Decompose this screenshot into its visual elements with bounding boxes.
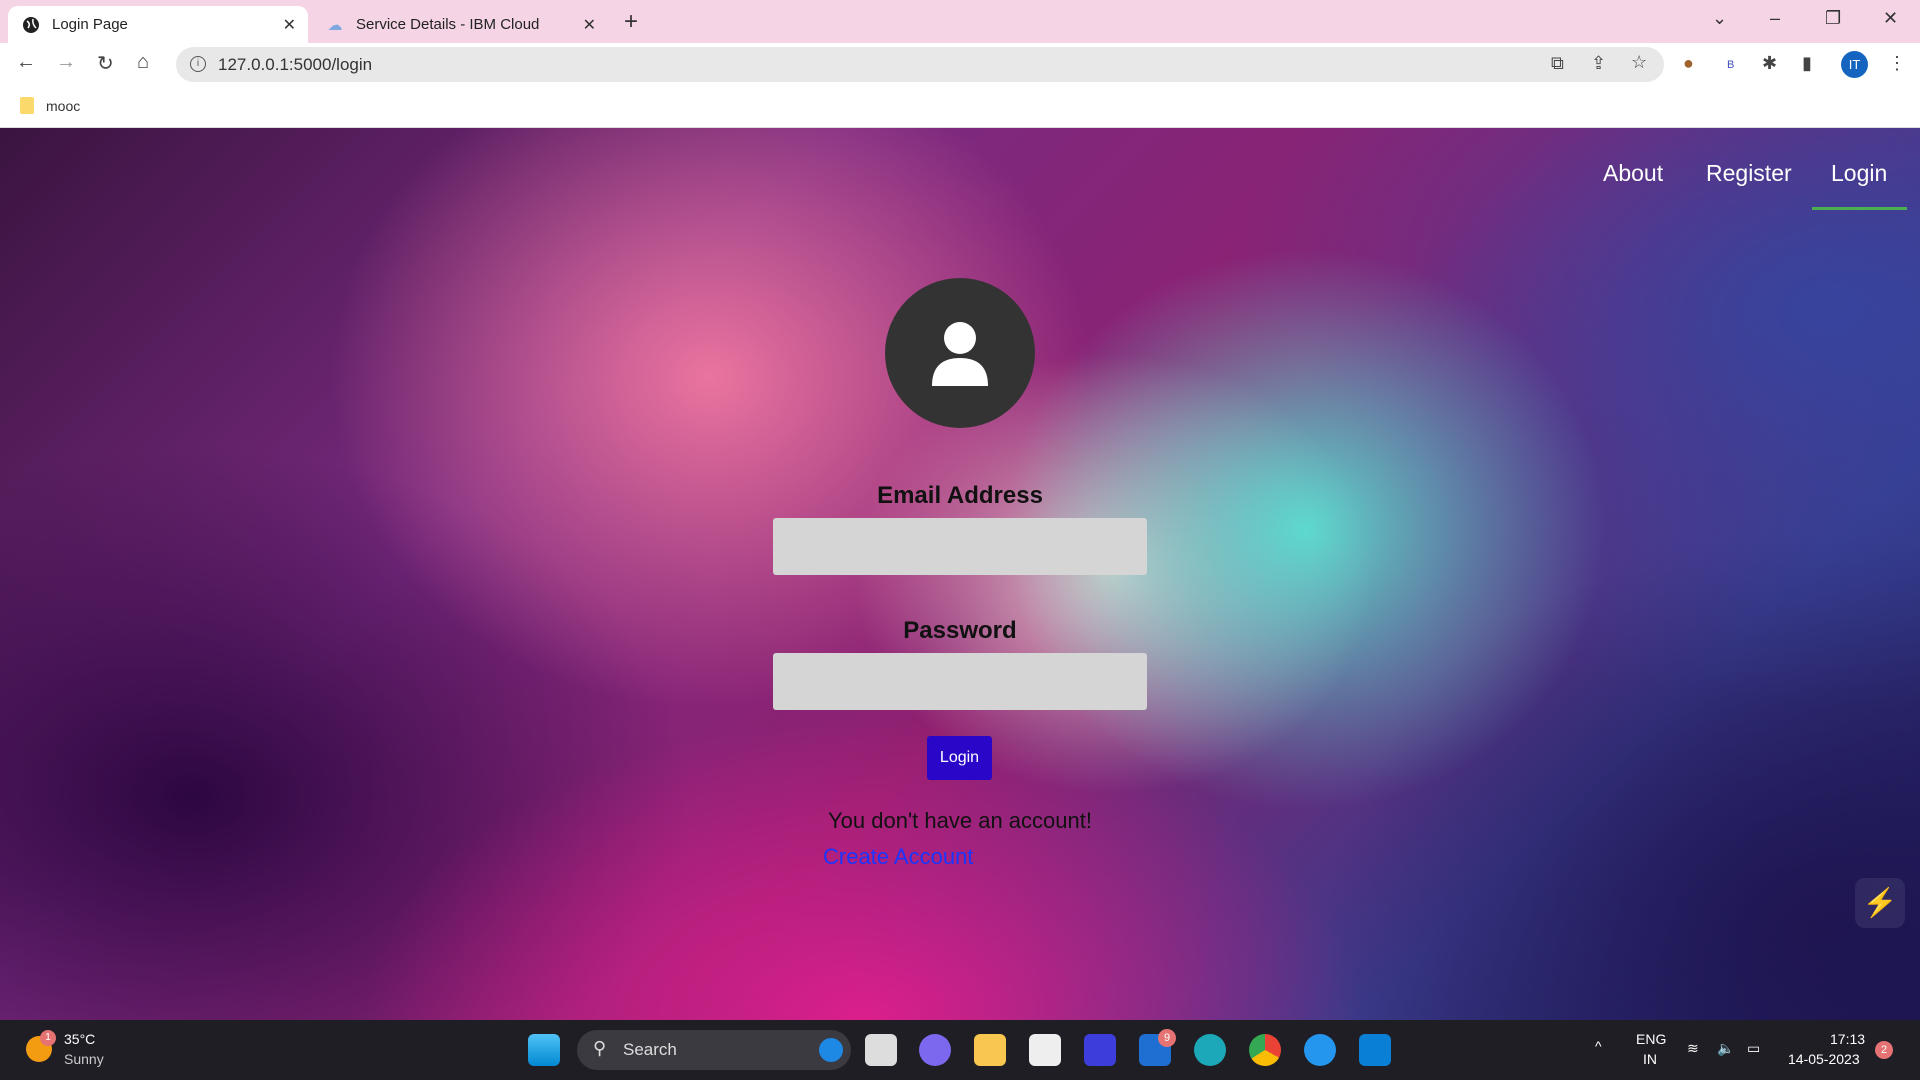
bookmarks-bar: mooc [0,86,1920,128]
bookmark-folder-mooc[interactable]: mooc [20,97,80,114]
no-account-text: You don't have an account! [828,808,1092,833]
weather-temp: 35°C [64,1031,96,1047]
b-extension-icon[interactable]: B [1727,59,1734,71]
login-page: About Register Login Email Address Passw… [0,128,1920,1020]
reload-icon[interactable]: ↻ [97,51,114,76]
tab-title: Service Details - IBM Cloud [356,16,540,33]
email-input[interactable] [773,518,1147,575]
search-icon: ⚲ [593,1038,607,1058]
tab-search-icon[interactable]: ⌄ [1712,8,1727,29]
clock-date[interactable]: 14-05-2023 [1788,1051,1860,1067]
wifi-icon[interactable]: ≋ [1687,1040,1699,1057]
side-panel-icon[interactable]: ▮ [1802,53,1812,74]
floating-extension-icon[interactable]: ⚡ [1855,878,1905,928]
volume-icon[interactable]: 🔈 [1717,1040,1734,1057]
address-bar[interactable]: i 127.0.0.1:5000/login ⧉ ⇪ ☆ [176,47,1664,82]
extensions-puzzle-icon[interactable]: ✱ [1762,53,1777,74]
weather-desc: Sunny [64,1051,104,1067]
close-window-icon[interactable]: ✕ [1883,8,1898,29]
url-text[interactable]: 127.0.0.1:5000/login [218,55,372,75]
close-tab-icon[interactable]: ✕ [583,15,596,35]
login-button[interactable]: Login [927,736,992,780]
menu-icon[interactable]: ⋮ [1888,53,1906,74]
cloud-icon: ☁ [327,16,343,34]
lang-in[interactable]: IN [1643,1051,1657,1067]
windows-start-icon[interactable] [528,1034,560,1066]
app-icon[interactable] [1084,1034,1116,1066]
translate-icon[interactable]: ⧉ [1551,53,1564,74]
edge-icon[interactable] [1194,1034,1226,1066]
bing-icon [819,1038,843,1062]
bookmark-label: mooc [46,97,81,114]
restore-icon[interactable]: ❐ [1825,8,1841,29]
taskbar-search[interactable]: ⚲ Search [577,1030,851,1070]
browser-toolbar: ← → ↻ ⌂ i 127.0.0.1:5000/login ⧉ ⇪ ☆ ● B… [0,43,1920,86]
share-icon[interactable]: ⇪ [1591,53,1606,74]
tab-bar: Login Page ✕ ☁ Service Details - IBM Clo… [0,0,1920,43]
bookmark-star-icon[interactable]: ☆ [1631,52,1647,73]
nav-about[interactable]: About [1603,160,1663,187]
user-avatar-icon [885,278,1035,428]
tab-login-page[interactable]: Login Page ✕ [8,6,308,43]
password-label: Password [903,617,1017,644]
password-input[interactable] [773,653,1147,710]
tab-title: Login Page [52,16,128,33]
lang-eng[interactable]: ENG [1636,1031,1666,1047]
active-nav-underline [1812,207,1907,210]
search-label: Search [623,1040,677,1059]
new-tab-button[interactable]: + [624,8,638,36]
weather-badge: 1 [40,1030,56,1046]
clock-time[interactable]: 17:13 [1830,1031,1865,1047]
vscode-icon[interactable] [1359,1034,1391,1066]
mail-badge: 9 [1158,1029,1176,1047]
back-icon[interactable]: ← [16,51,36,74]
close-tab-icon[interactable]: ✕ [283,15,296,35]
microsoft-store-icon[interactable] [1029,1034,1061,1066]
tab-service-details[interactable]: ☁ Service Details - IBM Cloud ✕ [312,6,608,43]
notification-badge[interactable]: 2 [1875,1041,1893,1059]
nav-register[interactable]: Register [1706,160,1792,187]
teams-chat-icon[interactable] [919,1034,951,1066]
battery-icon[interactable]: ▭ [1747,1040,1760,1057]
minimize-icon[interactable]: – [1770,8,1780,29]
file-explorer-icon[interactable] [974,1034,1006,1066]
nav-login[interactable]: Login [1831,160,1887,187]
cookie-extension-icon[interactable]: ● [1683,53,1694,74]
profile-avatar[interactable]: IT [1841,51,1868,78]
globe-icon [22,16,40,34]
docker-icon[interactable] [1304,1034,1336,1066]
forward-icon[interactable]: → [56,51,76,74]
create-account-link[interactable]: Create Account [823,844,973,870]
task-view-icon[interactable] [865,1034,897,1066]
home-icon[interactable]: ⌂ [137,51,149,74]
show-hidden-icons[interactable]: ^ [1595,1038,1602,1054]
info-icon[interactable]: i [190,56,206,72]
email-label: Email Address [877,482,1043,509]
folder-icon [20,97,34,114]
taskbar: 1 35°C Sunny ⚲ Search 9 ^ ENG IN ≋ 🔈 ▭ 1… [0,1020,1920,1080]
chrome-icon[interactable] [1249,1034,1281,1066]
